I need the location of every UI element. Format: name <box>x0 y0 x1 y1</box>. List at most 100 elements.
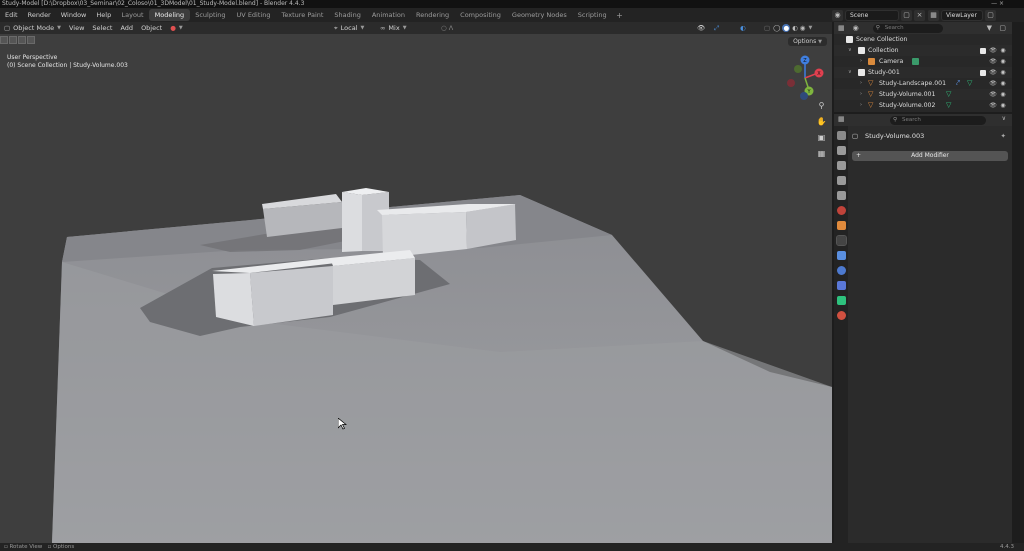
world-tab-icon[interactable] <box>836 206 846 215</box>
tab-geometry-nodes[interactable]: Geometry Nodes <box>506 9 572 21</box>
editor-type-icon[interactable]: ▦ <box>838 24 845 32</box>
tab-compositing[interactable]: Compositing <box>455 9 507 21</box>
camera-icon[interactable]: ◉ <box>998 45 1008 56</box>
camera-icon[interactable]: ◉ <box>998 56 1008 67</box>
modifier-wrench-icon[interactable]: ⤤ <box>956 78 963 87</box>
exclude-checkbox[interactable] <box>980 69 986 76</box>
scene-tab-icon[interactable] <box>836 191 846 200</box>
visibility-icon[interactable]: 👁 <box>693 24 709 32</box>
rendered-shading-icon[interactable]: ◉ <box>800 24 806 32</box>
options-dropdown[interactable]: Options ▼ <box>788 37 827 46</box>
viewport-menu-object[interactable]: Object <box>137 24 166 32</box>
transform-orientation-dropdown[interactable]: ⌖ Local ▼ <box>330 24 368 33</box>
modifier-wrench-tab-icon[interactable] <box>835 235 847 246</box>
viewport-menu-select[interactable]: Select <box>88 24 116 32</box>
chevron-right-icon[interactable]: › <box>860 100 862 111</box>
xray-icon[interactable]: ▢ <box>764 24 770 32</box>
chevron-down-icon[interactable]: ▼ <box>808 25 812 31</box>
chevron-right-icon[interactable]: › <box>860 89 862 100</box>
tab-sculpting[interactable]: Sculpting <box>190 9 231 21</box>
menu-render[interactable]: Render <box>23 11 56 19</box>
new-collection-icon[interactable]: ▢ <box>999 24 1006 32</box>
material-shading-icon[interactable]: ◐ <box>792 24 798 32</box>
select-subtract-icon[interactable] <box>18 36 26 44</box>
chevron-down-icon[interactable]: ∨ <box>848 67 852 78</box>
chevron-right-icon[interactable]: › <box>860 56 862 67</box>
overlay-toggle-icon[interactable]: ◐ <box>736 24 750 32</box>
eye-icon[interactable]: 👁 <box>988 56 998 67</box>
view-layer-icon[interactable]: ▦ <box>928 9 939 21</box>
perspective-toggle-icon[interactable]: ▦ <box>815 147 828 160</box>
mesh-data-icon[interactable]: ▽ <box>967 78 974 87</box>
physics-tab-icon[interactable] <box>836 266 846 275</box>
viewport-menu-add[interactable]: Add <box>116 24 137 32</box>
viewport-menu-view[interactable]: View <box>65 24 88 32</box>
new-scene-icon[interactable]: ▢ <box>901 9 912 21</box>
outliner-row-study-landscape[interactable]: › ▽ Study-Landscape.001 ⤤ ▽ 👁 ◉ <box>834 78 1012 89</box>
3d-viewport[interactable]: ▢ Object Mode ▼ View Select Add Object ●… <box>0 22 832 543</box>
tab-modeling[interactable]: Modeling <box>149 9 190 21</box>
chevron-down-icon[interactable]: ∨ <box>848 45 852 56</box>
menu-window[interactable]: Window <box>56 11 92 19</box>
eye-icon[interactable]: 👁 <box>988 45 998 56</box>
outliner-row-camera[interactable]: › Camera 👁 ◉ <box>834 56 1012 67</box>
eye-icon[interactable]: 👁 <box>988 78 998 89</box>
camera-icon[interactable]: ◉ <box>998 78 1008 89</box>
select-extend-icon[interactable] <box>9 36 17 44</box>
editor-type-icon[interactable]: ▦ <box>838 115 845 123</box>
select-invert-icon[interactable] <box>27 36 35 44</box>
pin-icon[interactable]: ✦ <box>1001 130 1006 142</box>
gizmo-neg-y-axis[interactable] <box>794 65 802 73</box>
menu-edit[interactable]: Edit <box>0 11 23 19</box>
camera-data-icon[interactable] <box>912 58 919 65</box>
zoom-icon[interactable]: ⚲ <box>815 99 828 112</box>
navigation-gizmo[interactable]: Z X Y <box>781 54 829 102</box>
remove-scene-icon[interactable]: × <box>914 9 925 21</box>
camera-view-icon[interactable]: ▣ <box>815 131 828 144</box>
solid-shading-icon[interactable]: ● <box>782 24 791 32</box>
camera-icon[interactable]: ◉ <box>998 67 1008 78</box>
tab-texture-paint[interactable]: Texture Paint <box>276 9 329 21</box>
outliner-row-study-volume-002[interactable]: › ▽ Study-Volume.002 ▽ 👁 ◉ <box>834 100 1012 111</box>
constraints-tab-icon[interactable] <box>836 281 846 290</box>
render-tab-icon[interactable] <box>836 146 846 155</box>
mesh-data-icon[interactable]: ▽ <box>946 100 953 109</box>
wireframe-shading-icon[interactable]: ◯ <box>773 24 780 32</box>
object-tab-icon[interactable] <box>836 221 846 230</box>
new-view-layer-icon[interactable]: ▢ <box>985 9 996 21</box>
tool-tab-icon[interactable] <box>836 131 846 140</box>
outliner-row-collection[interactable]: ∨ Collection 👁 ◉ <box>834 45 1012 56</box>
tab-shading[interactable]: Shading <box>329 9 366 21</box>
camera-icon[interactable]: ◉ <box>998 89 1008 100</box>
eye-icon[interactable]: 👁 <box>988 67 998 78</box>
tab-rendering[interactable]: Rendering <box>410 9 454 21</box>
mesh-data-icon[interactable]: ▽ <box>946 89 953 98</box>
outliner-root-scene-collection[interactable]: Scene Collection <box>834 34 1012 45</box>
tab-scripting[interactable]: Scripting <box>572 9 612 21</box>
properties-search-input[interactable]: ⚲ Search <box>890 116 986 125</box>
select-box-icon[interactable] <box>0 36 8 44</box>
gizmo-toggle-icon[interactable]: ⤢ <box>710 24 723 33</box>
gizmo-neg-x-axis[interactable] <box>787 79 795 87</box>
display-mode-icon[interactable]: ◉ <box>853 24 859 32</box>
object-color-icon[interactable]: ● ▼ <box>166 24 187 32</box>
material-tab-icon[interactable] <box>836 311 846 320</box>
window-controls[interactable]: — × <box>991 0 1004 8</box>
tab-uv-editing[interactable]: UV Editing <box>231 9 276 21</box>
eye-icon[interactable]: 👁 <box>988 100 998 111</box>
snap-mode-dropdown[interactable]: ∞ Mix ▼ <box>376 24 411 32</box>
tab-animation[interactable]: Animation <box>366 9 410 21</box>
menu-help[interactable]: Help <box>91 11 116 19</box>
exclude-checkbox[interactable] <box>980 47 986 54</box>
output-tab-icon[interactable] <box>836 161 846 170</box>
add-modifier-button[interactable]: + Add Modifier <box>852 151 1008 161</box>
mesh-data-tab-icon[interactable] <box>836 296 846 305</box>
pan-hand-icon[interactable]: ✋ <box>815 115 828 128</box>
outliner-row-study-volume-001[interactable]: › ▽ Study-Volume.001 ▽ 👁 ◉ <box>834 89 1012 100</box>
eye-icon[interactable]: 👁 <box>988 89 998 100</box>
viewport-scene[interactable] <box>0 22 832 543</box>
proportional-edit-icon[interactable]: ○ Λ <box>437 24 457 32</box>
view-layer-tab-icon[interactable] <box>836 176 846 185</box>
interaction-mode-dropdown[interactable]: ▢ Object Mode ▼ <box>0 24 65 32</box>
chevron-down-icon[interactable]: ∨ <box>1002 115 1006 122</box>
